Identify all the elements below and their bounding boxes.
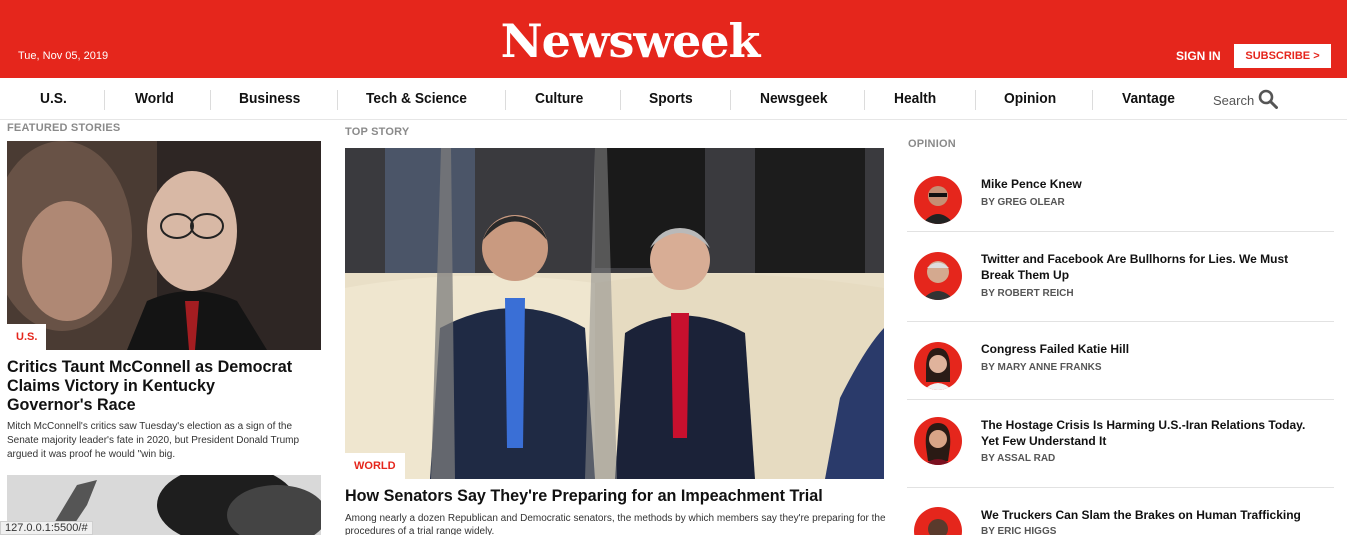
opinion-item[interactable]: The Hostage Crisis Is Harming U.S.-Iran … [907, 399, 1334, 487]
search-label[interactable]: Search [1213, 93, 1254, 108]
search-icon[interactable] [1258, 89, 1278, 109]
nav-divider [864, 90, 865, 110]
opinion-title[interactable]: The Hostage Crisis Is Harming U.S.-Iran … [981, 417, 1321, 449]
nav-item-sports[interactable]: Sports [649, 78, 693, 120]
featured-story-summary: Mitch McConnell's critics saw Tuesday's … [7, 421, 300, 460]
opinion-author[interactable]: BY ERIC HIGGS [981, 526, 1056, 535]
nav-divider [505, 90, 506, 110]
top-story-label: TOP STORY [345, 126, 410, 138]
nav-item-world[interactable]: World [135, 78, 174, 120]
site-header: Tue, Nov 05, 2019 Newsweek SIGN IN SUBSC… [0, 0, 1347, 78]
featured-story-image[interactable]: U.S. [7, 141, 321, 350]
opinion-author[interactable]: BY GREG OLEAR [981, 197, 1065, 208]
featured-photo-illustration [7, 141, 321, 350]
nav-divider [104, 90, 105, 110]
opinion-author[interactable]: BY ROBERT REICH [981, 288, 1074, 299]
nav-item-tech-science[interactable]: Tech & Science [366, 78, 467, 120]
featured-story-title[interactable]: Critics Taunt McConnell as Democrat Clai… [7, 357, 302, 414]
author-avatar [914, 342, 962, 390]
top-story-title[interactable]: How Senators Say They're Preparing for a… [345, 486, 823, 506]
author-avatar [914, 507, 962, 535]
nav-item-newsgeek[interactable]: Newsgeek [760, 78, 828, 120]
subscribe-button[interactable]: SUBSCRIBE > [1234, 44, 1331, 68]
featured-stories-label: FEATURED STORIES [7, 122, 121, 134]
sign-in-link[interactable]: SIGN IN [1176, 49, 1221, 63]
nav-item-us[interactable]: U.S. [40, 78, 67, 120]
nav-item-vantage[interactable]: Vantage [1122, 78, 1175, 120]
nav-item-culture[interactable]: Culture [535, 78, 583, 120]
author-avatar [914, 417, 962, 465]
opinion-title[interactable]: Mike Pence Knew [981, 176, 1321, 192]
opinion-title[interactable]: Congress Failed Katie Hill [981, 341, 1321, 357]
browser-status-url: 127.0.0.1:5500/# [0, 521, 93, 535]
opinion-author[interactable]: BY MARY ANNE FRANKS [981, 362, 1102, 373]
category-badge[interactable]: U.S. [7, 324, 47, 350]
top-story-image[interactable]: WORLD [345, 148, 884, 479]
nav-item-business[interactable]: Business [239, 78, 300, 120]
nav-item-health[interactable]: Health [894, 78, 936, 120]
newsweek-logo[interactable]: Newsweek [0, 14, 1260, 68]
opinion-title[interactable]: Twitter and Facebook Are Bullhorns for L… [981, 251, 1321, 283]
nav-divider [620, 90, 621, 110]
nav-divider [210, 90, 211, 110]
category-badge[interactable]: WORLD [345, 453, 405, 479]
opinion-author[interactable]: BY ASSAL RAD [981, 453, 1055, 464]
nav-item-opinion[interactable]: Opinion [1004, 78, 1056, 120]
opinion-item[interactable]: We Truckers Can Slam the Brakes on Human… [907, 487, 1334, 535]
nav-divider [1092, 90, 1093, 110]
nav-divider [975, 90, 976, 110]
main-nav: U.S. World Business Tech & Science Cultu… [0, 78, 1347, 120]
top-story-summary: Among nearly a dozen Republican and Demo… [345, 513, 886, 535]
top-photo-illustration [345, 148, 884, 479]
author-avatar [914, 252, 962, 300]
opinion-title[interactable]: We Truckers Can Slam the Brakes on Human… [981, 507, 1321, 523]
opinion-item[interactable]: Mike Pence Knew BY GREG OLEAR [907, 164, 1334, 231]
opinion-item[interactable]: Congress Failed Katie Hill BY MARY ANNE … [907, 321, 1334, 399]
opinion-item[interactable]: Twitter and Facebook Are Bullhorns for L… [907, 231, 1334, 321]
nav-divider [337, 90, 338, 110]
opinion-section-label: OPINION [908, 138, 956, 150]
author-avatar [914, 176, 962, 224]
nav-divider [730, 90, 731, 110]
